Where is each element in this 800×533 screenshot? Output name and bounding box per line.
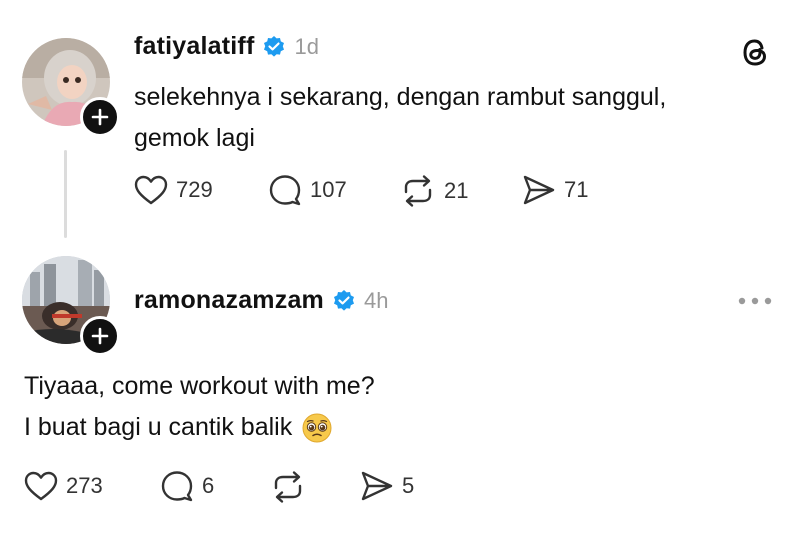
post-body: selekehnya i sekarang, dengan rambut san… xyxy=(134,77,754,159)
comment-icon xyxy=(269,175,301,206)
heart-icon xyxy=(24,471,58,501)
reply-count: 6 xyxy=(202,473,215,498)
plus-icon xyxy=(91,108,109,126)
reply-button[interactable]: 107 xyxy=(268,174,347,206)
share-button[interactable]: 5 xyxy=(360,470,414,502)
post-header: ramonazamzam 4h xyxy=(134,286,388,315)
follow-button[interactable] xyxy=(80,316,120,356)
verified-badge-icon xyxy=(332,289,356,313)
repost-button[interactable] xyxy=(270,470,314,504)
username[interactable]: fatiyalatiff xyxy=(134,32,254,61)
post-text-line: Tiyaaa, come workout with me? xyxy=(24,372,375,400)
share-count: 71 xyxy=(564,177,589,202)
heart-icon xyxy=(134,175,168,205)
post-text-line: gemok lagi xyxy=(134,124,255,152)
share-button[interactable]: 71 xyxy=(522,174,588,206)
post-text-line-content: I buat bagi u cantik balik xyxy=(24,413,293,441)
like-button[interactable]: 273 xyxy=(24,470,103,502)
repost-count: 21 xyxy=(444,178,469,203)
like-count: 273 xyxy=(66,473,103,498)
comment-icon xyxy=(161,471,193,502)
send-icon xyxy=(361,471,393,501)
send-icon xyxy=(523,175,555,205)
post-time: 1d xyxy=(294,33,319,59)
post-actions: 273 6 5 xyxy=(24,468,504,508)
reply-count: 107 xyxy=(310,177,347,202)
post-text-line: selekehnya i sekarang, dengan rambut san… xyxy=(134,83,667,111)
threads-logo-icon[interactable] xyxy=(740,36,770,73)
plus-icon xyxy=(91,327,109,345)
like-button[interactable]: 729 xyxy=(134,174,213,206)
like-count: 729 xyxy=(176,177,213,202)
reply-button[interactable]: 6 xyxy=(160,470,214,502)
username[interactable]: ramonazamzam xyxy=(134,286,324,315)
post-body: Tiyaaa, come workout with me? I buat bag… xyxy=(24,366,724,448)
post-actions: 729 107 21 71 xyxy=(134,172,614,212)
follow-button[interactable] xyxy=(80,97,120,137)
post-time: 4h xyxy=(363,287,389,313)
repost-icon xyxy=(404,175,432,207)
repost-button[interactable]: 21 xyxy=(400,174,468,208)
thread-line xyxy=(64,150,67,238)
share-count: 5 xyxy=(402,473,415,498)
pleading-face-emoji xyxy=(302,413,332,443)
verified-badge-icon xyxy=(262,35,286,59)
repost-icon xyxy=(274,471,302,503)
post-header: fatiyalatiff 1d xyxy=(134,32,319,61)
more-options-icon[interactable] xyxy=(738,294,772,312)
post-text-line: I buat bagi u cantik balik xyxy=(24,407,724,448)
